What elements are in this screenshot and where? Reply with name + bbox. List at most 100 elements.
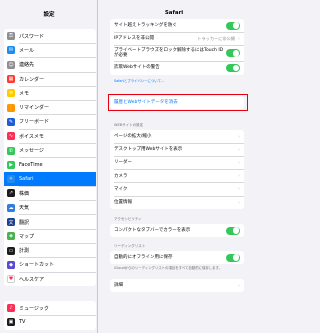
maps-icon: ◈ <box>7 232 15 241</box>
sidebar-item-translate[interactable]: 文翻訳 <box>4 215 96 230</box>
offline-save-label: 自動的にオフライン用に保存 <box>114 254 173 260</box>
fraud-warning-row[interactable]: 詐欺Webサイトの警告 <box>110 61 244 74</box>
sidebar-group-apps: ⚿ パスワード ✉ メール ☺ 連絡先 ▦ カレンダー ≡ メモ ⋮ リマインダー ✎ フリーボード ∿ ボイ… <box>4 29 96 287</box>
sidebar-item-contacts[interactable]: ☺ 連絡先 <box>4 58 96 73</box>
prevent-tracking-toggle[interactable] <box>226 21 240 30</box>
reading-list-note: iCloudからのリーディングリストの項目をすべて自動的に保存します。 <box>114 266 223 270</box>
sidebar-item-voice-memos[interactable]: ∿ ボイスメモ <box>4 129 96 144</box>
sidebar-item-notes[interactable]: ≡ メモ <box>4 86 96 101</box>
sidebar-group-media: ♪ ミュージック ▣ TV <box>4 301 96 330</box>
advanced-group: 詳細 › <box>110 279 244 293</box>
sidebar-item-label: 連絡先 <box>19 62 35 69</box>
sidebar-item-tv[interactable]: ▣ TV <box>4 315 96 329</box>
facetime-icon: ▶ <box>7 160 15 169</box>
prevent-tracking-row[interactable]: サイト越えトラッキングを防ぐ <box>110 19 244 33</box>
hide-ip-row[interactable]: IPアドレスを非公開 トラッカーに非公開 › <box>110 32 244 46</box>
sidebar-item-freeform[interactable]: ✎ フリーボード <box>4 115 96 130</box>
sidebar-item-label: マップ <box>19 233 35 240</box>
compact-tab-color-row[interactable]: コンパクトなタブバーでカラーを表示 <box>110 224 244 237</box>
compact-tab-color-label: コンパクトなタブバーでカラーを表示 <box>114 227 191 233</box>
sidebar-item-label: 翻訳 <box>19 219 30 226</box>
website-setting-row[interactable]: 位置情報 › <box>110 196 244 209</box>
compact-tab-color-toggle[interactable] <box>226 226 240 235</box>
sidebar-item-reminders[interactable]: ⋮ リマインダー <box>4 100 96 116</box>
offline-save-toggle[interactable] <box>226 253 240 262</box>
sidebar-title: 設定 <box>43 12 55 18</box>
sidebar-item-label: ボイスメモ <box>19 133 44 140</box>
sidebar-item-measure[interactable]: ▭ 計測 <box>4 243 96 259</box>
website-setting-label: デスクトップ用Webサイトを表示 <box>114 147 183 153</box>
website-setting-label: リーダー <box>114 160 132 166</box>
calendar-icon: ▦ <box>7 75 15 84</box>
sidebar-item-health[interactable]: ♥ ヘルスケア <box>4 272 96 286</box>
sidebar-item-stocks[interactable]: ↗ 株価 <box>4 186 96 201</box>
sidebar-item-music[interactable]: ♪ ミュージック <box>4 301 96 316</box>
websites-section-header: WEBサイトの設定 <box>114 123 144 127</box>
translate-icon: 文 <box>7 218 15 226</box>
websites-group: ページの拡大/縮小 › デスクトップ用Webサイトを表示 › リーダー › カメラ › マイク ›… <box>110 130 244 210</box>
sidebar-item-label: ショートカット <box>19 262 55 269</box>
highlight-box <box>108 94 248 111</box>
website-setting-row[interactable]: リーダー › <box>110 156 244 170</box>
private-lock-row[interactable]: プライベートブラウズをロック解除するにはTouch IDが必要 <box>110 45 244 62</box>
sidebar-item-weather[interactable]: ☁ 天気 <box>4 201 96 216</box>
private-lock-toggle[interactable] <box>226 49 240 58</box>
shortcuts-icon: ◆ <box>7 260 15 269</box>
website-setting-row[interactable]: デスクトップ用Webサイトを表示 › <box>110 143 244 157</box>
key-icon: ⚿ <box>7 32 15 41</box>
contacts-icon: ☺ <box>7 60 15 69</box>
sidebar-item-label: パスワード <box>19 33 45 40</box>
website-setting-row[interactable]: マイク › <box>110 183 244 197</box>
accessibility-group: コンパクトなタブバーでカラーを表示 <box>110 224 244 238</box>
sidebar-item-safari[interactable]: ✧ Safari <box>4 171 96 187</box>
sidebar-item-label: メッセージ <box>19 148 44 155</box>
weather-icon: ☁ <box>7 203 15 212</box>
hide-ip-value: トラッカーに非公開 <box>197 35 235 41</box>
privacy-group: サイト越えトラッキングを防ぐ IPアドレスを非公開 トラッカーに非公開 › プラ… <box>110 19 244 75</box>
health-icon: ♥ <box>7 275 15 284</box>
sidebar-item-facetime[interactable]: ▶ FaceTime <box>4 158 96 173</box>
notes-icon: ≡ <box>7 89 15 98</box>
mail-icon: ✉ <box>7 46 15 55</box>
sidebar-item-label: TV <box>19 319 26 326</box>
privacy-about-link[interactable]: Safariとプライバシーについて… <box>114 79 242 83</box>
sidebar-item-label: Safari <box>19 176 34 183</box>
sidebar-item-mail[interactable]: ✉ メール <box>4 43 96 58</box>
chevron-right-icon: › <box>238 282 240 289</box>
sidebar-item-calendar[interactable]: ▦ カレンダー <box>4 72 96 87</box>
sidebar-item-label: 計測 <box>19 248 30 255</box>
safari-settings-pane: Safari サイト越えトラッキングを防ぐ IPアドレスを非公開 トラッカーに非… <box>98 0 250 333</box>
sidebar-item-shortcuts[interactable]: ◆ ショートカット <box>4 258 96 273</box>
offline-save-row[interactable]: 自動的にオフライン用に保存 <box>110 251 244 264</box>
prevent-tracking-label: サイト越えトラッキングを防ぐ <box>114 22 177 28</box>
page-title: Safari <box>164 10 184 16</box>
sidebar-item-label: FaceTime <box>19 161 43 168</box>
chevron-right-icon: › <box>238 35 240 42</box>
sidebar-item-maps[interactable]: ◈ マップ <box>4 229 96 244</box>
website-setting-label: 位置情報 <box>114 199 132 205</box>
chevron-right-icon: › <box>238 133 240 140</box>
tv-icon: ▣ <box>7 318 15 327</box>
music-icon: ♪ <box>7 304 15 313</box>
reminders-icon: ⋮ <box>7 103 15 112</box>
advanced-row[interactable]: 詳細 › <box>110 279 244 292</box>
advanced-label: 詳細 <box>114 282 123 288</box>
website-setting-label: ページの拡大/縮小 <box>114 133 152 139</box>
sidebar-item-label: リマインダー <box>19 105 50 112</box>
sidebar-item-label: メモ <box>19 90 30 97</box>
fraud-warning-toggle[interactable] <box>226 63 240 72</box>
sidebar-item-key[interactable]: ⚿ パスワード <box>4 29 96 44</box>
voice-memos-icon: ∿ <box>7 132 15 141</box>
sidebar-item-label: メール <box>19 47 35 54</box>
freeform-icon: ✎ <box>7 117 15 126</box>
sidebar-item-messages[interactable]: ✆ メッセージ <box>4 143 96 158</box>
chevron-right-icon: › <box>238 199 240 206</box>
chevron-right-icon: › <box>238 186 240 193</box>
chevron-right-icon: › <box>238 159 240 166</box>
sidebar-item-label: カレンダー <box>19 76 45 83</box>
website-setting-row[interactable]: ページの拡大/縮小 › <box>110 130 244 144</box>
settings-sidebar: 設定 ⚿ パスワード ✉ メール ☺ 連絡先 ▦ カレンダー ≡ メモ ⋮ リマインダー ✎ フリーボード… <box>0 0 98 333</box>
website-setting-row[interactable]: カメラ › <box>110 170 244 183</box>
safari-icon: ✧ <box>7 175 15 184</box>
reading-list-section-header: リーディングリスト <box>114 244 146 248</box>
